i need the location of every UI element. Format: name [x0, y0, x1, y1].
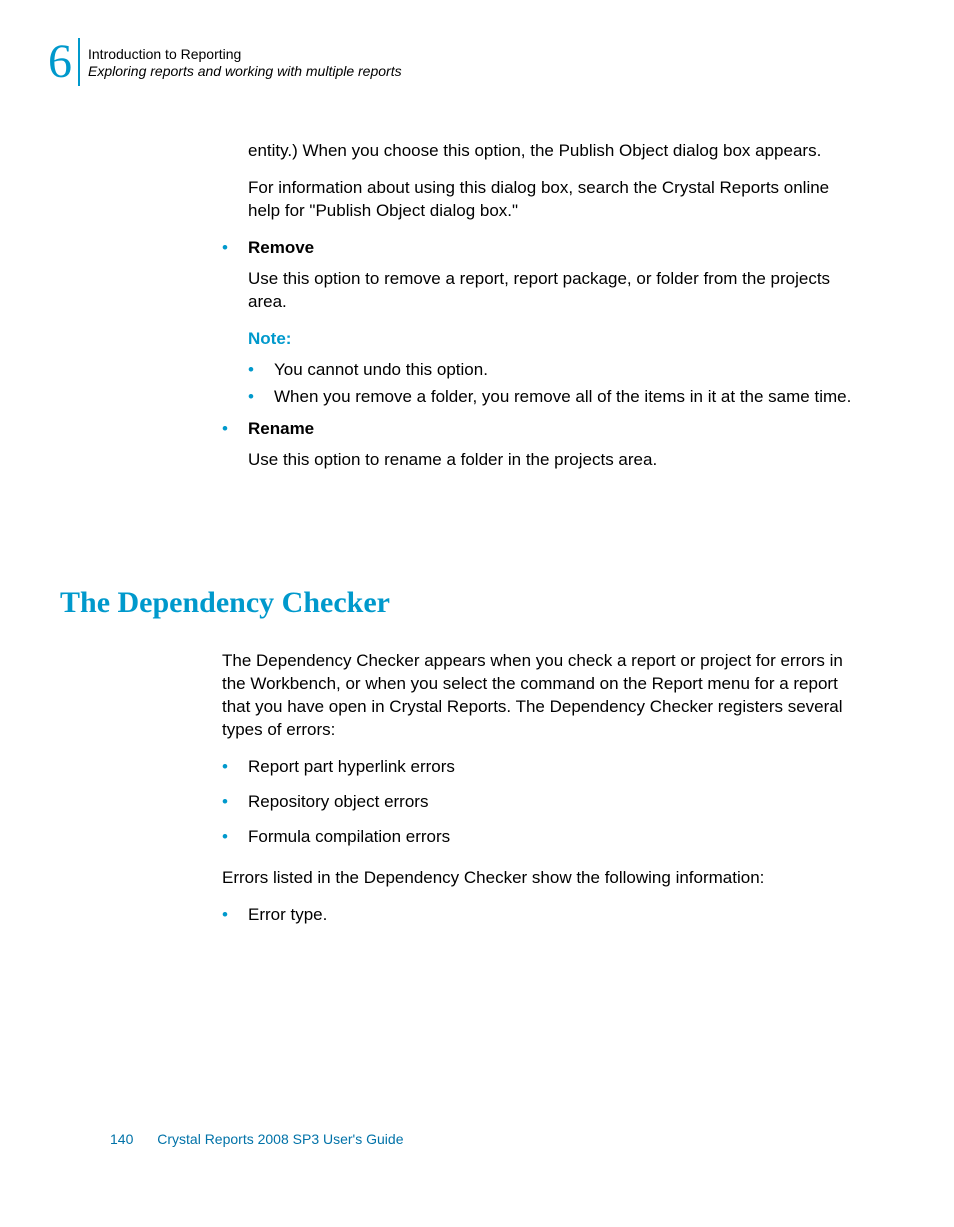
paragraph: The Dependency Checker appears when you …: [222, 650, 862, 742]
lower-content: The Dependency Checker appears when you …: [222, 650, 862, 934]
list-item: • You cannot undo this option.: [248, 359, 862, 382]
paragraph: Errors listed in the Dependency Checker …: [222, 867, 862, 890]
error-types-list: • Report part hyperlink errors • Reposit…: [222, 756, 862, 849]
bullet-icon: •: [222, 237, 248, 260]
list-item-rename: • Rename: [222, 418, 862, 441]
list-item: • Repository object errors: [222, 791, 862, 814]
list-item-text: When you remove a folder, you remove all…: [274, 386, 862, 409]
paragraph: Use this option to remove a report, repo…: [222, 268, 862, 314]
bullet-icon: •: [222, 756, 248, 779]
bullet-icon: •: [222, 904, 248, 927]
bullet-icon: •: [222, 826, 248, 849]
header-title: Introduction to Reporting: [88, 46, 402, 64]
header-text-block: Introduction to Reporting Exploring repo…: [88, 44, 402, 81]
list-item-label: Rename: [248, 418, 862, 441]
bullet-icon: •: [222, 418, 248, 441]
list-item-text: Error type.: [248, 904, 862, 927]
chapter-number: 6: [48, 38, 80, 86]
list-item: • When you remove a folder, you remove a…: [248, 386, 862, 409]
list-item: • Report part hyperlink errors: [222, 756, 862, 779]
bullet-icon: •: [248, 386, 274, 409]
paragraph: entity.) When you choose this option, th…: [222, 140, 862, 163]
paragraph: For information about using this dialog …: [222, 177, 862, 223]
note-list: • You cannot undo this option. • When yo…: [222, 359, 862, 409]
bullet-icon: •: [248, 359, 274, 382]
list-item-text: Report part hyperlink errors: [248, 756, 862, 779]
page-number: 140: [110, 1131, 133, 1147]
note-label: Note:: [248, 328, 862, 351]
list-item-text: You cannot undo this option.: [274, 359, 862, 382]
list-item-text: Formula compilation errors: [248, 826, 862, 849]
header-subtitle: Exploring reports and working with multi…: [88, 63, 402, 81]
footer-doc-title: Crystal Reports 2008 SP3 User's Guide: [157, 1131, 403, 1147]
bullet-icon: •: [222, 791, 248, 814]
list-item-label: Remove: [248, 237, 862, 260]
paragraph: Use this option to rename a folder in th…: [222, 449, 862, 472]
list-item: • Error type.: [222, 904, 862, 927]
list-item-text: Repository object errors: [248, 791, 862, 814]
upper-content: entity.) When you choose this option, th…: [222, 140, 862, 486]
page-footer: 140 Crystal Reports 2008 SP3 User's Guid…: [110, 1131, 403, 1147]
section-heading: The Dependency Checker: [60, 586, 390, 620]
list-item: • Formula compilation errors: [222, 826, 862, 849]
list-item-remove: • Remove: [222, 237, 862, 260]
page-header: 6 Introduction to Reporting Exploring re…: [48, 38, 402, 86]
